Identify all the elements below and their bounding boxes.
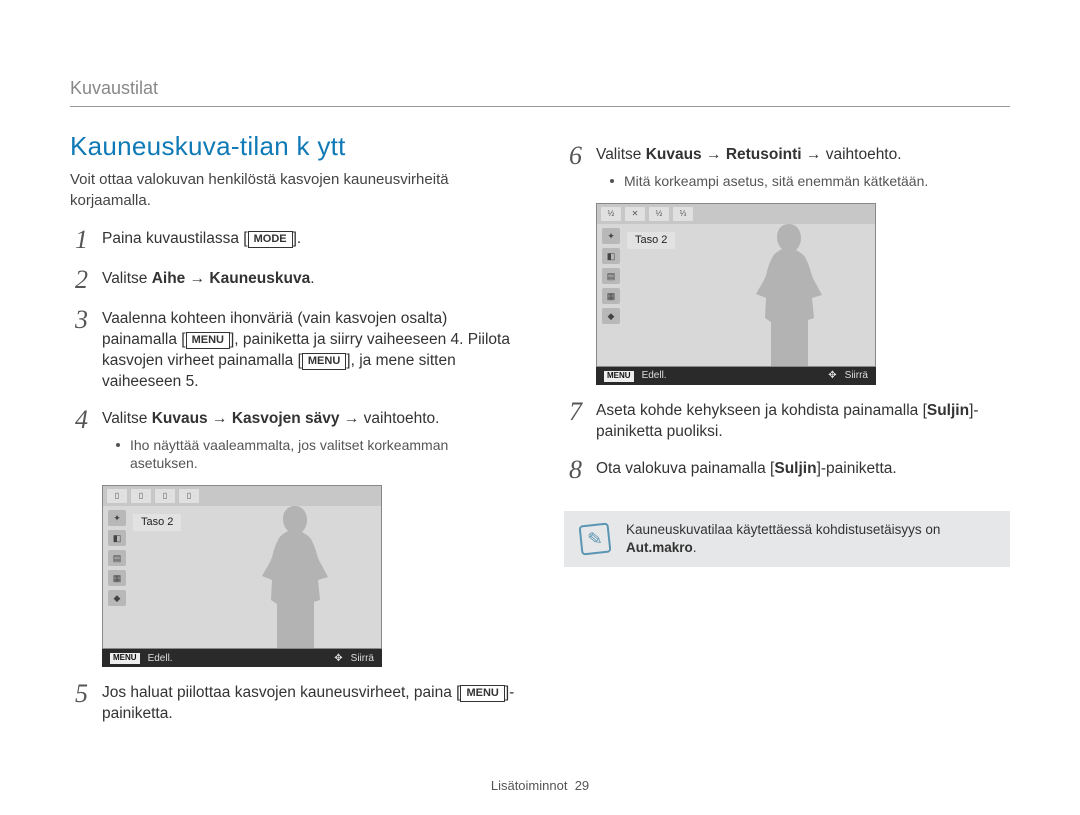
- step-body: Jos haluat piilottaa kasvojen kauneusvir…: [102, 681, 516, 725]
- lcd-level-label: Taso 2: [627, 232, 675, 249]
- lcd-side-icon: ◧: [602, 248, 620, 264]
- lcd-footer-menu-box: MENU: [110, 653, 140, 664]
- note-icon: ✎: [579, 523, 612, 556]
- lcd-footer-move: Siirrä: [845, 369, 868, 383]
- step-8: 8 Ota valokuva painamalla [Suljin]-painik…: [564, 457, 1010, 483]
- mode-box: MODE: [248, 231, 293, 248]
- lcd-topbar-icon: ▯: [131, 489, 151, 503]
- note-text: Kauneuskuvatilaa käytettäessä kohdistuse…: [626, 521, 994, 557]
- step-number: 4: [70, 407, 88, 433]
- navigate-icon: ✥: [334, 652, 342, 666]
- step-body: Paina kuvaustilassa [MODE].: [102, 227, 516, 250]
- lcd-footer-prev: Edell.: [642, 369, 667, 383]
- lcd-side-icon: ◆: [602, 308, 620, 324]
- step-number: 5: [70, 681, 88, 707]
- lcd-side-icon: ▦: [108, 570, 126, 586]
- left-column: Kauneuskuva-tilan k ytt Voit ottaa valok…: [70, 129, 516, 725]
- lcd-topbar-icon: ✕: [625, 207, 645, 221]
- person-silhouette-icon: [255, 498, 335, 648]
- lcd-side-icon: ✦: [602, 228, 620, 244]
- step-body: Valitse Kuvaus → Retusointi → vaihtoehto…: [596, 143, 1010, 191]
- lcd-topbar-icon: ▯: [179, 489, 199, 503]
- lcd-topbar-icon: ½: [649, 207, 669, 221]
- step-body: Vaalenna kohteen ihonväriä (vain kasvoje…: [102, 307, 516, 393]
- right-column: 6 Valitse Kuvaus → Retusointi → vaihtoeht…: [564, 129, 1010, 725]
- step-6: 6 Valitse Kuvaus → Retusointi → vaihtoeht…: [564, 143, 1010, 191]
- menu-box: MENU: [460, 685, 504, 702]
- step-body: Ota valokuva painamalla [Suljin]-painike…: [596, 457, 1010, 480]
- step-body: Valitse Aihe → Kauneuskuva.: [102, 267, 516, 290]
- lcd-side-icon: ◧: [108, 530, 126, 546]
- step-number: 7: [564, 399, 582, 425]
- lcd-footer-move: Siirrä: [351, 652, 374, 666]
- lcd-side-icon: ▤: [602, 268, 620, 284]
- step-5: 5 Jos haluat piilottaa kasvojen kauneusvi…: [70, 681, 516, 725]
- lcd-side-icon: ✦: [108, 510, 126, 526]
- step-number: 6: [564, 143, 582, 169]
- intro-text: Voit ottaa valokuvan henkilöstä kasvojen…: [70, 170, 516, 211]
- step-7: 7 Aseta kohde kehykseen ja kohdista paina…: [564, 399, 1010, 443]
- step-number: 2: [70, 267, 88, 293]
- camera-lcd-retouch: ½✕½⅓ Taso 2 ✦ ◧ ▤ ▦ ◆ MENU Edell.: [596, 203, 876, 385]
- note-box: ✎ Kauneuskuvatilaa käytettäessä kohdistu…: [564, 511, 1010, 567]
- lcd-footer-prev: Edell.: [148, 652, 173, 666]
- lcd-topbar-icon: ▯: [107, 489, 127, 503]
- step-3: 3 Vaalenna kohteen ihonväriä (vain kasvoj…: [70, 307, 516, 393]
- person-silhouette-icon: [749, 216, 829, 366]
- lcd-side-icon: ◆: [108, 590, 126, 606]
- navigate-icon: ✥: [828, 369, 836, 383]
- step-number: 1: [70, 227, 88, 253]
- menu-box: MENU: [302, 353, 346, 370]
- page-title: Kauneuskuva-tilan k ytt: [70, 129, 516, 164]
- lcd-side-icon: ▦: [602, 288, 620, 304]
- lcd-topbar-icon: ⅓: [673, 207, 693, 221]
- step-body: Valitse Kuvaus → Kasvojen sävy → vaihtoe…: [102, 407, 516, 474]
- lcd-side-icon: ▤: [108, 550, 126, 566]
- step-2: 2 Valitse Aihe → Kauneuskuva.: [70, 267, 516, 293]
- step-number: 3: [70, 307, 88, 333]
- step-bullet: Mitä korkeampi asetus, sitä enemmän kätk…: [596, 172, 1010, 191]
- step-bullet: Iho näyttää vaaleammalta, jos valitset k…: [102, 436, 516, 474]
- step-4: 4 Valitse Kuvaus → Kasvojen sävy → vaihto…: [70, 407, 516, 474]
- step-number: 8: [564, 457, 582, 483]
- step-body: Aseta kohde kehykseen ja kohdista painam…: [596, 399, 1010, 443]
- lcd-footer-menu-box: MENU: [604, 371, 634, 382]
- menu-box: MENU: [186, 332, 230, 349]
- lcd-topbar-icon: ½: [601, 207, 621, 221]
- step-1: 1 Paina kuvaustilassa [MODE].: [70, 227, 516, 253]
- lcd-topbar-icon: ▯: [155, 489, 175, 503]
- camera-lcd-face-tone: ▯ ▯ ▯ ▯ Taso 2 ✦ ◧ ▤ ▦ ◆ MENU Edell.: [102, 485, 382, 667]
- divider: [70, 106, 1010, 107]
- chapter-label: Kuvaustilat: [70, 76, 1010, 100]
- lcd-level-label: Taso 2: [133, 514, 181, 531]
- page-footer: Lisätoiminnot 29: [0, 777, 1080, 795]
